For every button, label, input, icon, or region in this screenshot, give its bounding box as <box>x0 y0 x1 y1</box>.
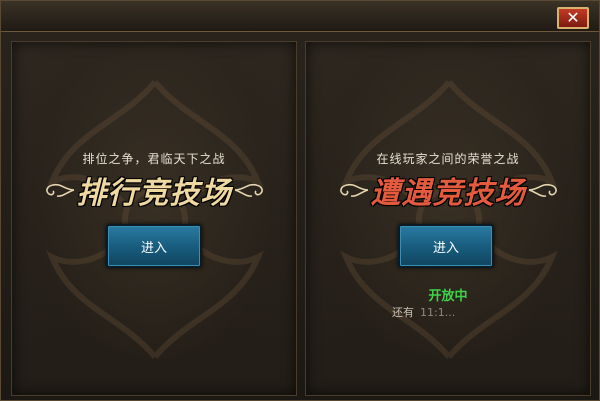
enter-button-label: 进入 <box>432 240 459 256</box>
ranking-arena-subtitle: 排位之争，君临天下之战 <box>82 152 226 166</box>
close-icon: ✕ <box>566 8 580 27</box>
encounter-arena-subtitle: 在线玩家之间的荣誉之战 <box>376 152 520 166</box>
left-flourish-icon <box>45 183 74 197</box>
arena-selection-window: ✕ 排位之争，君临天下之战 排行竞技场 进入 在线玩家之间的荣誉之战 遭遇竞技场… <box>0 0 600 401</box>
arena-open-status: 开放中 <box>428 289 468 304</box>
left-flourish-icon <box>339 183 368 197</box>
encounter-arena-enter-button[interactable]: 进入 <box>398 224 494 268</box>
remaining-time: 还有 11:1... <box>392 304 455 320</box>
remaining-time-value: 11:1... <box>420 306 456 319</box>
ranking-arena-enter-button[interactable]: 进入 <box>106 224 202 268</box>
remaining-label: 还有 <box>392 306 414 319</box>
background-ornament <box>46 80 264 359</box>
close-button[interactable]: ✕ <box>557 7 589 29</box>
encounter-arena-panel: 在线玩家之间的荣誉之战 遭遇竞技场 进入 开放中 还有 11:1... <box>305 41 591 396</box>
right-flourish-icon <box>528 183 557 197</box>
encounter-arena-title: 遭遇竞技场 <box>370 176 526 211</box>
encounter-arena-title-group: 遭遇竞技场 <box>306 168 590 212</box>
ranking-arena-title: 排行竞技场 <box>76 176 232 211</box>
ranking-arena-title-group: 排行竞技场 <box>12 168 296 212</box>
background-ornament <box>340 80 558 359</box>
enter-button-label: 进入 <box>140 240 167 256</box>
window-titlebar: ✕ <box>1 1 599 32</box>
right-flourish-icon <box>234 183 263 197</box>
ranking-arena-panel: 排位之争，君临天下之战 排行竞技场 进入 <box>11 41 297 396</box>
